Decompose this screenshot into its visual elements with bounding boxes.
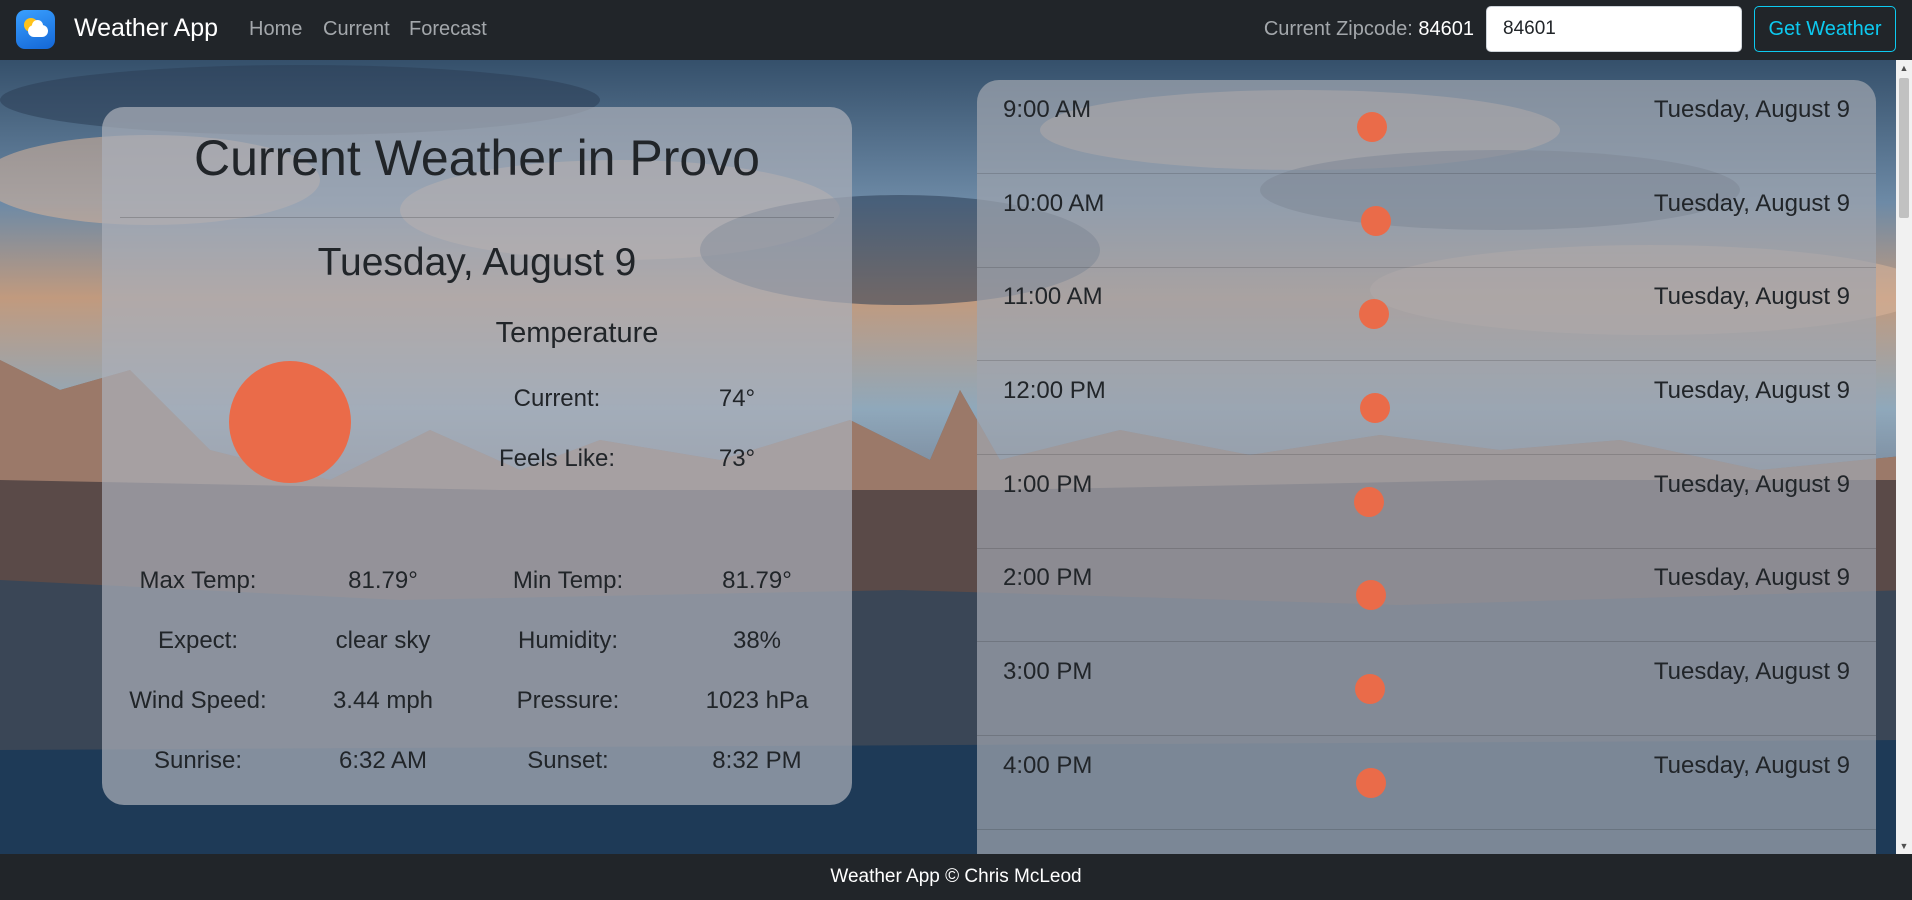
wind-speed-value: 3.44 mph: [332, 687, 434, 714]
pressure-label: Pressure:: [516, 687, 620, 714]
max-temp-label: Max Temp:: [139, 567, 257, 594]
divider: [120, 217, 834, 218]
forecast-time: 9:00 AM: [1003, 96, 1092, 123]
sun-icon: [1357, 112, 1387, 142]
sun-icon: [1356, 580, 1386, 610]
humidity-label: Humidity:: [517, 627, 619, 654]
sunrise-label: Sunrise:: [153, 747, 243, 774]
forecast-row: 11:00 AM Tuesday, August 9: [977, 267, 1876, 361]
sun-icon: [229, 361, 351, 483]
forecast-date: Tuesday, August 9: [1653, 190, 1850, 217]
current-weather-card: Current Weather in Provo Tuesday, August…: [102, 107, 852, 805]
zipcode-input[interactable]: [1486, 6, 1742, 52]
forecast-row: 10:00 AM Tuesday, August 9: [977, 174, 1876, 268]
sunset-label: Sunset:: [527, 747, 609, 774]
forecast-date: Tuesday, August 9: [1653, 564, 1850, 591]
scroll-up-arrow-icon[interactable]: ▲: [1896, 60, 1912, 76]
forecast-time: 12:00 PM: [1003, 377, 1106, 404]
forecast-date: Tuesday, August 9: [1653, 471, 1850, 498]
nav-link-home[interactable]: Home: [249, 18, 302, 41]
humidity-value: 38%: [732, 627, 782, 654]
forecast-time: 11:00 AM: [1003, 283, 1103, 310]
feels-like-value: 73°: [718, 445, 756, 472]
forecast-date: Tuesday, August 9: [1653, 283, 1850, 310]
nav-link-current[interactable]: Current: [323, 18, 390, 41]
forecast-time: 2:00 PM: [1003, 564, 1093, 591]
current-temp-label: Current:: [513, 385, 601, 412]
forecast-date: Tuesday, August 9: [1653, 752, 1850, 779]
forecast-time: 1:00 PM: [1003, 471, 1093, 498]
scrollbar-thumb[interactable]: [1899, 78, 1909, 218]
zipcode-value: 84601: [1418, 18, 1474, 40]
forecast-date: Tuesday, August 9: [1653, 377, 1850, 404]
sun-icon: [1360, 393, 1390, 423]
forecast-time: 10:00 AM: [1003, 190, 1105, 217]
forecast-row: 9:00 AM Tuesday, August 9: [977, 80, 1876, 174]
footer-text: Weather App © Chris McLeod: [830, 866, 1082, 887]
sun-icon: [1361, 206, 1391, 236]
max-temp-value: 81.79°: [348, 567, 418, 594]
wind-speed-label: Wind Speed:: [129, 687, 267, 714]
feels-like-label: Feels Like:: [498, 445, 616, 472]
hourly-forecast-list[interactable]: 9:00 AM Tuesday, August 9 10:00 AM Tuesd…: [977, 80, 1876, 854]
expect-value: clear sky: [335, 627, 431, 654]
forecast-date: Tuesday, August 9: [1653, 96, 1850, 123]
zipcode-label: Current Zipcode:: [1263, 18, 1413, 40]
sunset-value: 8:32 PM: [712, 747, 802, 774]
sunrise-value: 6:32 AM: [338, 747, 428, 774]
forecast-row: 1:00 PM Tuesday, August 9: [977, 455, 1876, 549]
current-temp-value: 74°: [718, 385, 756, 412]
brand-name[interactable]: Weather App: [74, 14, 218, 43]
footer: Weather App © Chris McLeod: [0, 854, 1912, 900]
forecast-time: 3:00 PM: [1003, 658, 1093, 685]
forecast-row: 2:00 PM Tuesday, August 9: [977, 548, 1876, 642]
nav-link-forecast[interactable]: Forecast: [409, 18, 487, 41]
sun-icon: [1355, 674, 1385, 704]
forecast-row: 12:00 PM Tuesday, August 9: [977, 361, 1876, 455]
forecast-date: Tuesday, August 9: [1653, 658, 1850, 685]
current-weather-title: Current Weather in Provo: [194, 130, 760, 186]
scroll-down-arrow-icon[interactable]: ▼: [1896, 838, 1912, 854]
forecast-row: 3:00 PM Tuesday, August 9: [977, 642, 1876, 736]
forecast-time: 4:00 PM: [1003, 752, 1093, 779]
min-temp-label: Min Temp:: [512, 567, 624, 594]
page-scrollbar[interactable]: ▲ ▼: [1896, 60, 1912, 854]
pressure-value: 1023 hPa: [705, 687, 809, 714]
current-date: Tuesday, August 9: [317, 241, 637, 284]
min-temp-value: 81.79°: [722, 567, 792, 594]
sun-icon: [1354, 487, 1384, 517]
navbar: Weather App Home Current Forecast Curren…: [0, 0, 1912, 60]
get-weather-button[interactable]: Get Weather: [1754, 6, 1896, 52]
sun-icon: [1359, 299, 1389, 329]
current-zipcode: Current Zipcode: 84601: [1264, 18, 1474, 41]
weather-app-logo-icon[interactable]: [16, 10, 55, 49]
forecast-row: 4:00 PM Tuesday, August 9: [977, 736, 1876, 830]
temperature-heading: Temperature: [495, 317, 659, 349]
expect-label: Expect:: [157, 627, 239, 654]
sun-icon: [1356, 768, 1386, 798]
